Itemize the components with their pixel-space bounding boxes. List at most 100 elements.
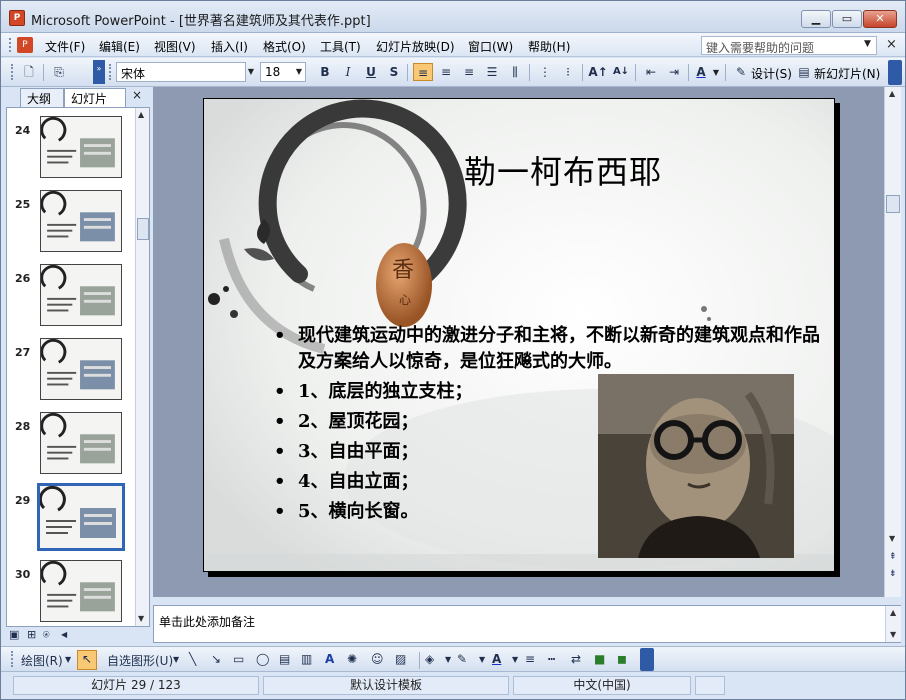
menu-view[interactable]: 视图(V) — [154, 38, 196, 55]
menu-tools[interactable]: 工具(T) — [320, 38, 361, 55]
slide-edit-area[interactable]: 香 心 勒一柯布西耶 • 现代建筑运动中的激进分子和主将，不断以新奇的建筑观点和作… — [153, 87, 884, 597]
font-name-dropdown-icon[interactable]: ▼ — [244, 63, 258, 81]
design-icon[interactable]: ✎ — [731, 63, 751, 81]
numbering-icon[interactable]: ⋮ — [535, 63, 555, 81]
toolbar-grip[interactable] — [11, 64, 15, 80]
scroll-up-icon[interactable]: ▲ — [890, 608, 896, 617]
align-right-icon[interactable]: ≡ — [459, 63, 479, 81]
line-color-icon[interactable]: ✎ — [457, 652, 467, 666]
text-direction-icon[interactable]: ⫼ — [505, 63, 525, 81]
portrait-photo[interactable] — [598, 374, 794, 558]
arrow-style-icon[interactable]: ⇄ — [571, 652, 581, 666]
font-color-dropdown-icon[interactable]: ▼ — [709, 64, 723, 82]
menubar-grip[interactable] — [9, 38, 13, 52]
fill-dropdown-icon[interactable]: ▼ — [445, 655, 451, 664]
menu-edit[interactable]: 编辑(E) — [99, 38, 140, 55]
draw-dropdown-icon[interactable]: ▼ — [65, 655, 71, 664]
scroll-down-icon[interactable]: ▼ — [889, 534, 895, 543]
3d-style-icon[interactable]: ◼ — [617, 652, 627, 666]
diagram-icon[interactable]: ✺ — [347, 652, 357, 666]
scroll-down-icon[interactable]: ▼ — [138, 614, 144, 623]
close-button[interactable]: ✕ — [863, 10, 897, 28]
insert-picture-icon[interactable]: ▨ — [395, 652, 406, 666]
bullets-icon[interactable]: ⁝ — [558, 63, 578, 81]
textbox-icon[interactable]: ▤ — [279, 652, 290, 666]
new-slide-button[interactable]: 新幻灯片(N) — [814, 65, 880, 82]
slide-thumbnail[interactable]: 29 — [7, 483, 135, 551]
shadow-style-icon[interactable]: ■ — [594, 652, 605, 666]
scroll-thumb[interactable] — [137, 218, 149, 240]
autoshapes-button[interactable]: 自选图形(U) — [107, 652, 173, 669]
font-name-select[interactable]: 宋体 — [116, 62, 246, 82]
tab-outline[interactable]: 大纲 — [20, 88, 64, 107]
notes-scrollbar[interactable]: ▲ ▼ — [885, 606, 901, 642]
notes-placeholder[interactable]: 单击此处添加备注 — [159, 613, 255, 630]
bold-button[interactable]: B — [315, 63, 335, 81]
toolbar-options-icon[interactable] — [640, 648, 654, 671]
thumbnail-scrollbar[interactable]: ▲ ▼ — [135, 108, 149, 626]
document-close-icon[interactable]: × — [886, 37, 897, 52]
toolbar-options-icon[interactable] — [888, 60, 902, 85]
toolbar-grip[interactable] — [11, 651, 15, 667]
oval-icon[interactable]: ◯ — [256, 652, 269, 666]
rectangle-icon[interactable]: ▭ — [233, 652, 244, 666]
help-search-input[interactable]: 键入需要帮助的问题 — [701, 36, 877, 55]
document-icon[interactable]: P — [17, 37, 33, 53]
text-shadow-button[interactable]: S — [384, 63, 404, 81]
next-slide-icon[interactable]: ⇟ — [889, 569, 897, 579]
font-color-icon[interactable]: A — [691, 63, 711, 81]
menu-slideshow[interactable]: 幻灯片放映(D) — [376, 38, 455, 55]
scroll-down-icon[interactable]: ▼ — [890, 630, 896, 639]
vertical-textbox-icon[interactable]: ▥ — [301, 652, 312, 666]
toolbar-grip-2[interactable] — [109, 64, 113, 80]
line-icon[interactable]: ╲ — [189, 652, 196, 666]
scroll-left-icon[interactable]: ◀ — [61, 630, 67, 639]
scroll-up-icon[interactable]: ▲ — [138, 110, 144, 119]
slide-title[interactable]: 勒一柯布西耶 — [464, 147, 662, 193]
slide-thumbnail[interactable]: 28 — [7, 412, 135, 476]
normal-view-icon[interactable]: ▣ — [9, 628, 19, 641]
slide-sorter-icon[interactable]: ⊞ — [27, 628, 36, 641]
maximize-button[interactable]: ▭ — [832, 10, 862, 28]
menu-window[interactable]: 窗口(W) — [468, 38, 513, 55]
autoshapes-dropdown-icon[interactable]: ▼ — [173, 655, 179, 664]
chevron-down-icon[interactable]: ▼ — [864, 39, 871, 49]
arrow-icon[interactable]: ↘ — [211, 652, 221, 666]
draw-menu-button[interactable]: 绘图(R) — [21, 652, 63, 669]
increase-font-icon[interactable]: A↑ — [588, 63, 608, 81]
menu-file[interactable]: 文件(F) — [45, 38, 85, 55]
wordart-icon[interactable]: A — [325, 652, 334, 666]
previous-slide-icon[interactable]: ⇞ — [889, 552, 897, 562]
pane-close-icon[interactable]: × — [132, 88, 142, 102]
justify-icon[interactable]: ☰ — [482, 63, 502, 81]
slide-thumbnail[interactable]: 27 — [7, 338, 135, 402]
tab-slides[interactable]: 幻灯片 — [64, 88, 126, 107]
menu-help[interactable]: 帮助(H) — [528, 38, 570, 55]
align-center-icon[interactable]: ≡ — [436, 63, 456, 81]
font-color-dropdown-icon[interactable]: ▼ — [512, 655, 518, 664]
decrease-indent-icon[interactable]: ⇤ — [641, 63, 661, 81]
design-button[interactable]: 设计(S) — [751, 65, 792, 82]
line-color-dropdown-icon[interactable]: ▼ — [479, 655, 485, 664]
template-status[interactable]: 默认设计模板 — [263, 676, 509, 695]
dash-style-icon[interactable]: ┅ — [548, 652, 555, 666]
minimize-button[interactable]: ▁ — [801, 10, 831, 28]
slide-thumbnail[interactable]: 24 — [7, 116, 135, 180]
scroll-thumb[interactable] — [886, 195, 900, 213]
new-slide-icon[interactable]: ▤ — [794, 63, 814, 81]
slide-thumbnail[interactable]: 30 — [7, 560, 135, 624]
font-size-dropdown-icon[interactable]: ▼ — [292, 63, 306, 81]
copy-icon[interactable]: ⎘ — [49, 63, 69, 81]
slideshow-view-icon[interactable]: ⍟ — [43, 628, 50, 642]
menu-insert[interactable]: 插入(I) — [211, 38, 248, 55]
fill-color-icon[interactable]: ◈ — [425, 652, 434, 666]
slide-thumbnail[interactable]: 26 — [7, 264, 135, 328]
align-left-icon[interactable]: ≡ — [413, 63, 433, 81]
italic-button[interactable]: I — [338, 63, 358, 81]
underline-button[interactable]: U — [361, 63, 381, 81]
toolbar-options-icon[interactable]: » — [93, 60, 105, 84]
new-document-icon[interactable]: 🗋 — [19, 63, 39, 81]
line-style-icon[interactable]: ≡ — [525, 652, 535, 666]
increase-indent-icon[interactable]: ⇥ — [664, 63, 684, 81]
slide-canvas[interactable]: 香 心 勒一柯布西耶 • 现代建筑运动中的激进分子和主将，不断以新奇的建筑观点和作… — [203, 98, 835, 572]
